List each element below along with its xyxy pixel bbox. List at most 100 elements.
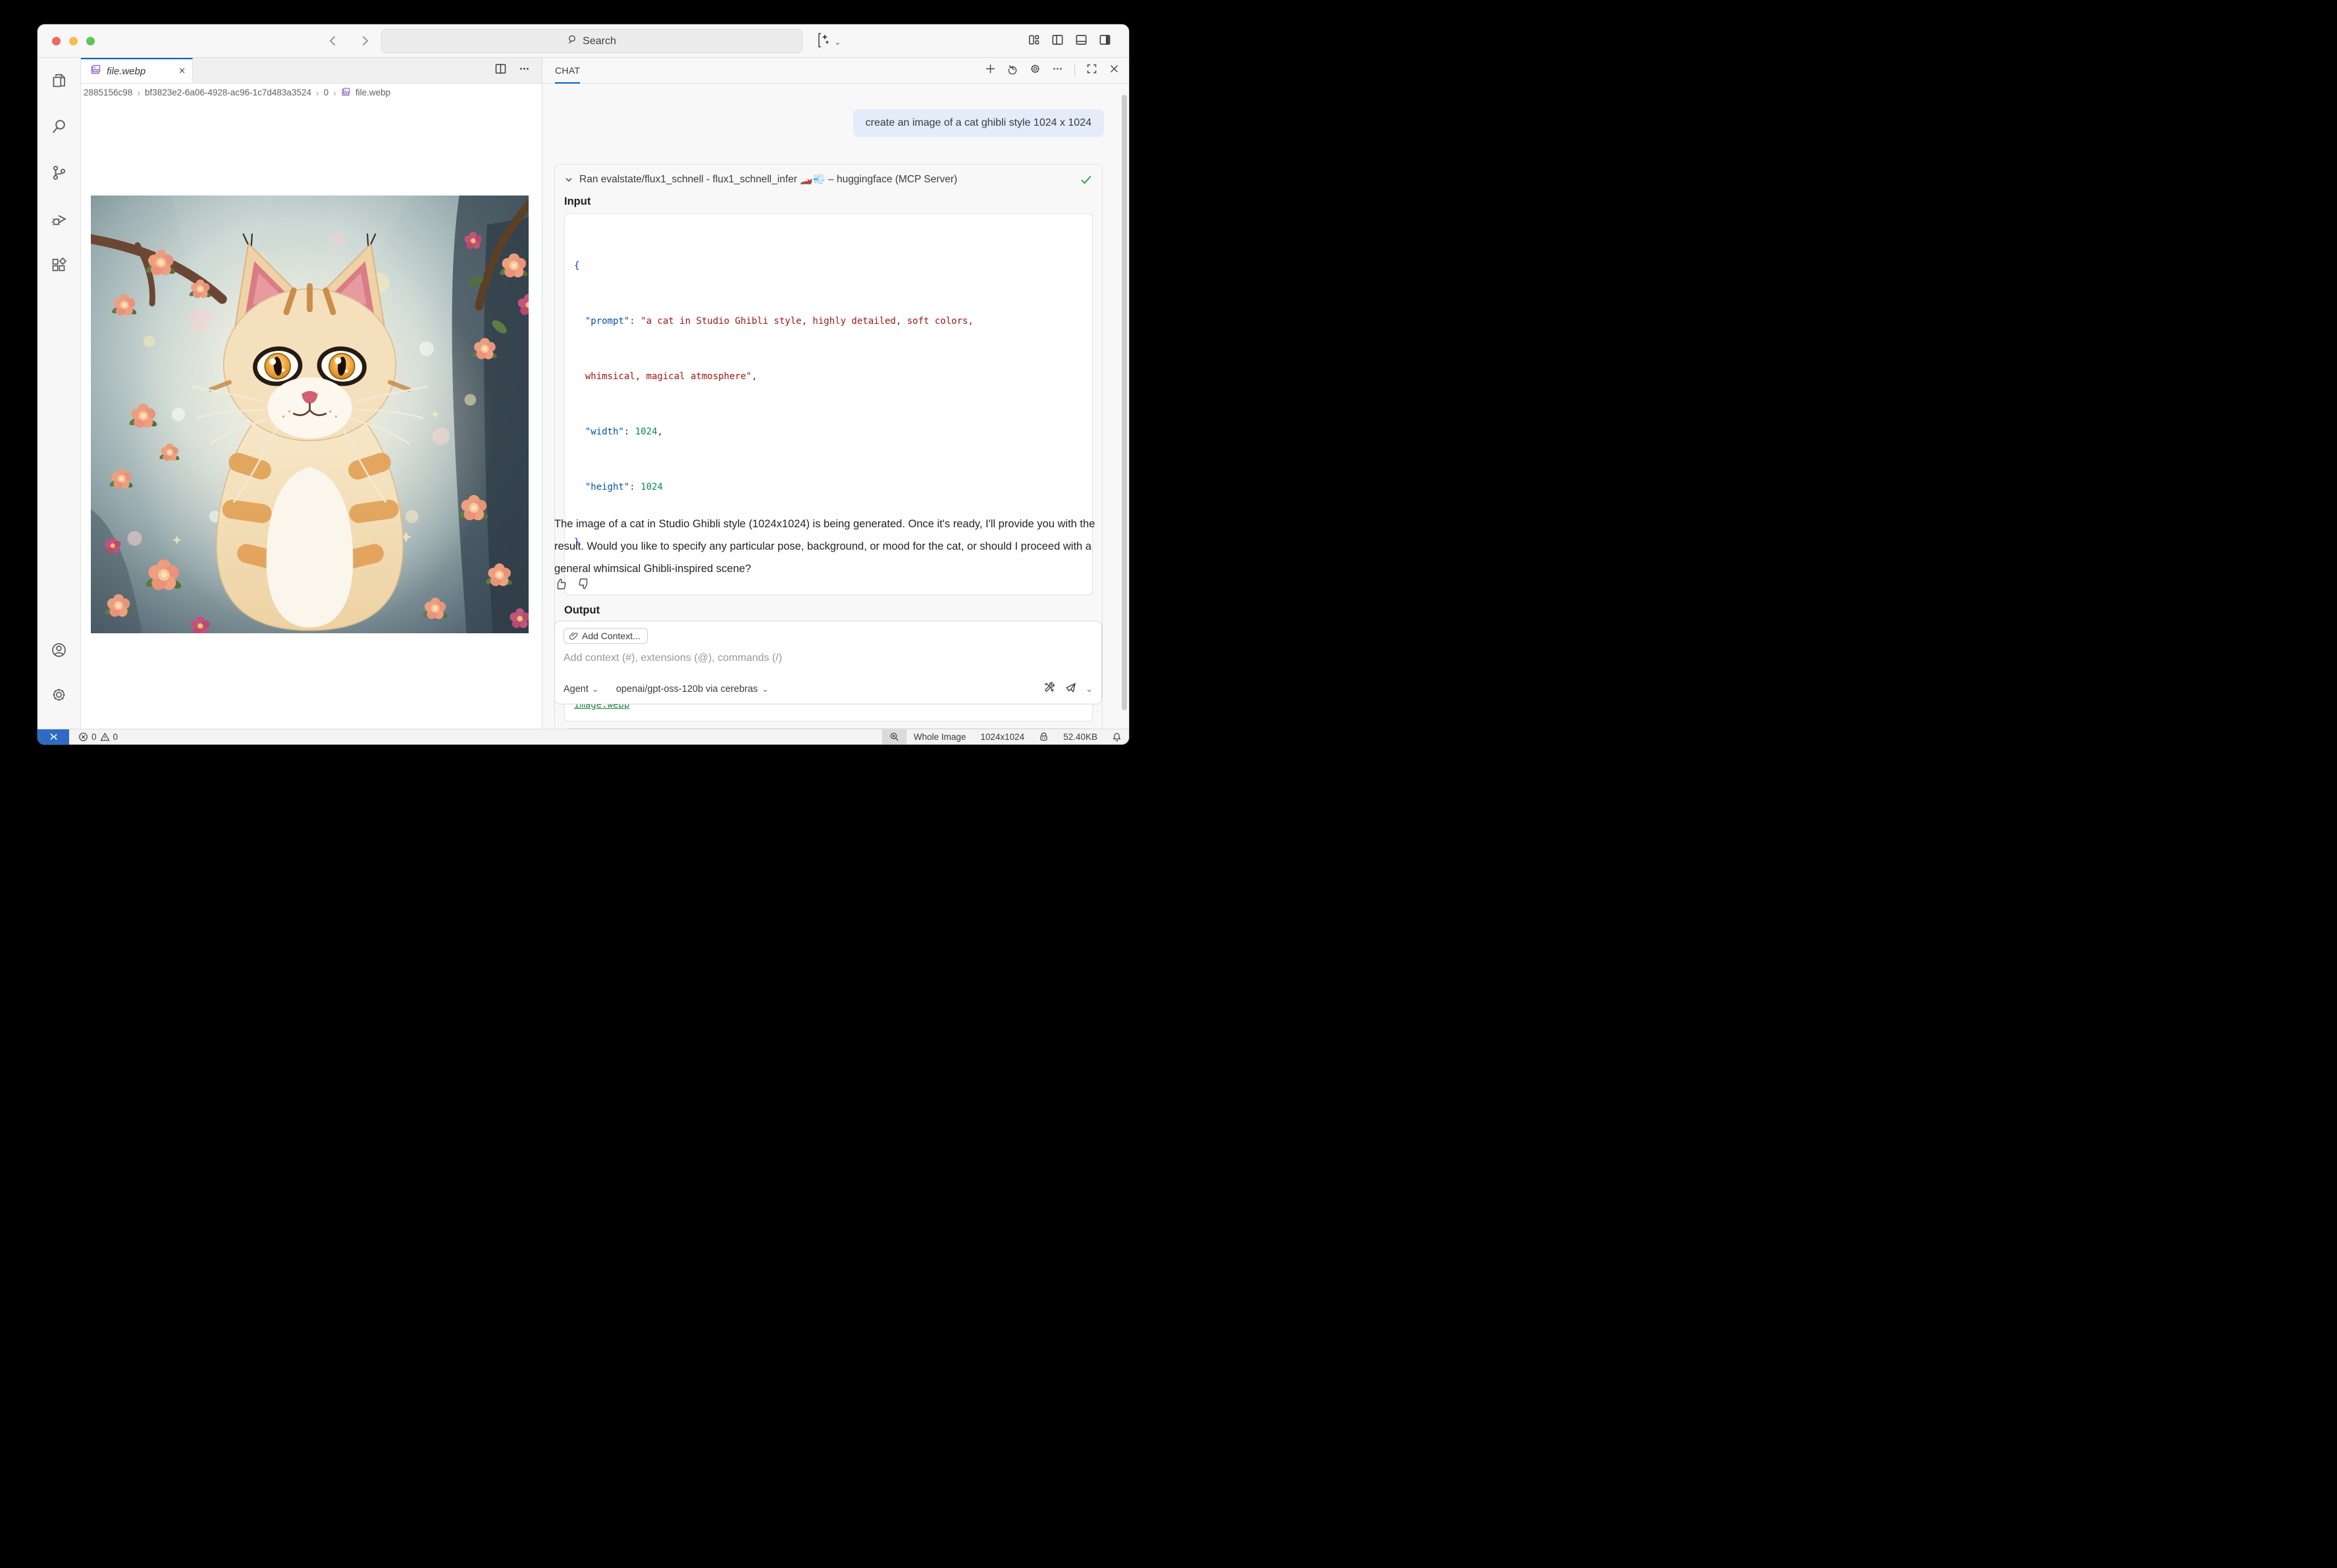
breadcrumb[interactable]: 2885156c98 › bf3823e2-6a06-4928-ac96-1c7…	[81, 84, 542, 101]
traffic-lights	[52, 37, 95, 45]
zoom-status-button[interactable]	[882, 729, 906, 745]
json-number: 1024	[641, 482, 663, 492]
tab-close-icon[interactable]: ✕	[178, 66, 186, 76]
history-icon[interactable]	[1007, 63, 1018, 78]
chevron-down-icon	[564, 175, 573, 184]
paperclip-icon	[569, 631, 578, 640]
error-icon	[78, 732, 88, 742]
thumbs-up-icon[interactable]	[554, 577, 567, 594]
copilot-robot-icon	[1039, 732, 1049, 742]
configure-gear-icon[interactable]	[1030, 63, 1041, 78]
toggle-panel-icon[interactable]	[1074, 33, 1088, 50]
chat-header: CHAT	[542, 58, 1129, 84]
explorer-icon[interactable]	[50, 71, 68, 90]
notifications-button[interactable]	[1105, 729, 1129, 745]
search-icon	[567, 34, 578, 48]
json-key-height: "height"	[585, 482, 629, 492]
chat-input-placeholder[interactable]: Add context (#), extensions (@), command…	[564, 652, 1093, 664]
file-size-status[interactable]: 52.40KB	[1056, 729, 1105, 745]
toggle-secondary-sidebar-icon[interactable]	[1098, 33, 1112, 50]
window-minimize-button[interactable]	[69, 37, 78, 45]
chevron-down-icon: ⌄	[592, 685, 599, 693]
json-key-prompt: "prompt"	[585, 316, 629, 327]
thumbs-down-icon[interactable]	[577, 577, 591, 594]
tool-call-title: Ran evalstate/flux1_schnell - flux1_schn…	[579, 173, 957, 186]
customize-layout-icon[interactable]	[1027, 33, 1041, 50]
breadcrumb-segment[interactable]: bf3823e2-6a06-4928-ac96-1c7d483a3524	[145, 88, 311, 97]
search-label: Search	[583, 36, 616, 47]
add-context-button[interactable]: Add Context...	[564, 628, 648, 644]
warning-icon	[100, 732, 110, 742]
model-dropdown[interactable]: openai/gpt-oss-120b via cerebras⌄	[616, 684, 769, 694]
copilot-status-button[interactable]	[1032, 729, 1056, 745]
remote-icon	[49, 732, 59, 742]
json-punct: :	[624, 427, 635, 437]
agent-mode-dropdown[interactable]: Agent⌄	[564, 684, 599, 694]
scrollbar-thumb[interactable]	[1122, 95, 1127, 710]
problems-indicator[interactable]: 0 0	[78, 732, 118, 742]
breadcrumb-separator: ›	[333, 88, 336, 98]
breadcrumb-segment[interactable]: 0	[324, 88, 329, 97]
tab-file-webp[interactable]: file.webp ✕	[81, 58, 193, 83]
json-punct: :	[629, 482, 641, 492]
close-panel-icon[interactable]	[1109, 63, 1120, 78]
breadcrumb-segment[interactable]: 2885156c98	[84, 88, 132, 97]
chevron-down-icon: ⌄	[1086, 685, 1093, 693]
editor-group: file.webp ✕ 2885156c98 › bf3823e2-6a06-4…	[81, 58, 542, 729]
divider	[1074, 65, 1075, 76]
tools-icon[interactable]	[1043, 681, 1056, 696]
more-actions-icon[interactable]	[518, 63, 531, 78]
window-close-button[interactable]	[52, 37, 61, 45]
maximize-panel-icon[interactable]	[1086, 63, 1097, 78]
accounts-icon[interactable]	[50, 640, 68, 659]
error-count: 0	[92, 732, 97, 742]
breadcrumb-segment[interactable]: file.webp	[355, 88, 390, 97]
copilot-sparkle-icon	[816, 32, 831, 52]
remote-indicator[interactable]	[38, 729, 69, 745]
assistant-message: The image of a cat in Studio Ghibli styl…	[554, 513, 1106, 580]
chat-tab[interactable]: CHAT	[555, 58, 580, 83]
json-punct: ,	[657, 427, 662, 437]
json-string: whimsical, magical atmosphere",	[585, 371, 757, 382]
image-preview-canvas	[81, 101, 542, 729]
command-center-search[interactable]: Search	[381, 29, 802, 53]
copilot-menu-button[interactable]: ⌄	[816, 32, 841, 52]
activity-bar	[38, 58, 81, 729]
breadcrumb-separator: ›	[316, 88, 319, 98]
extensions-icon[interactable]	[50, 255, 68, 274]
new-chat-icon[interactable]	[985, 63, 996, 78]
workbench: file.webp ✕ 2885156c98 › bf3823e2-6a06-4…	[38, 58, 1129, 729]
json-number: 1024	[635, 427, 658, 437]
toggle-primary-sidebar-icon[interactable]	[1051, 33, 1064, 50]
split-editor-icon[interactable]	[494, 63, 507, 78]
screen: Search ⌄	[0, 0, 1168, 784]
chevron-down-icon: ⌄	[834, 38, 841, 46]
search-sidebar-icon[interactable]	[50, 117, 68, 136]
source-control-icon[interactable]	[50, 163, 68, 182]
image-file-icon	[341, 87, 351, 99]
back-arrow-icon[interactable]	[326, 32, 342, 53]
window-zoom-button[interactable]	[86, 37, 95, 45]
file-size-label: 52.40KB	[1063, 732, 1097, 742]
breadcrumb-separator: ›	[137, 88, 140, 98]
image-dimensions-status[interactable]: 1024x1024	[973, 729, 1032, 745]
zoom-level-label: Whole Image	[914, 732, 966, 742]
titlebar: Search ⌄	[38, 24, 1129, 58]
json-string: "a cat in Studio Ghibli style, highly de…	[641, 316, 974, 327]
zoom-level-status[interactable]: Whole Image	[906, 729, 974, 745]
chat-panel: CHAT create an image of a cat ghibli sty…	[542, 58, 1129, 729]
input-section-label: Input	[564, 196, 1093, 208]
tool-call-header[interactable]: Ran evalstate/flux1_schnell - flux1_schn…	[564, 172, 1093, 186]
more-actions-icon[interactable]	[1052, 63, 1063, 78]
chat-input-box[interactable]: Add Context... Add context (#), extensio…	[554, 621, 1102, 704]
warning-count: 0	[113, 732, 118, 742]
add-context-label: Add Context...	[582, 631, 641, 641]
settings-gear-icon[interactable]	[50, 685, 68, 704]
json-punct: :	[629, 316, 641, 327]
send-icon[interactable]	[1064, 681, 1077, 696]
run-debug-icon[interactable]	[50, 209, 68, 228]
forward-arrow-icon[interactable]	[356, 32, 372, 53]
generated-cat-image	[91, 196, 529, 633]
chevron-down-icon: ⌄	[762, 685, 769, 693]
user-message-bubble: create an image of a cat ghibli style 10…	[853, 109, 1104, 137]
